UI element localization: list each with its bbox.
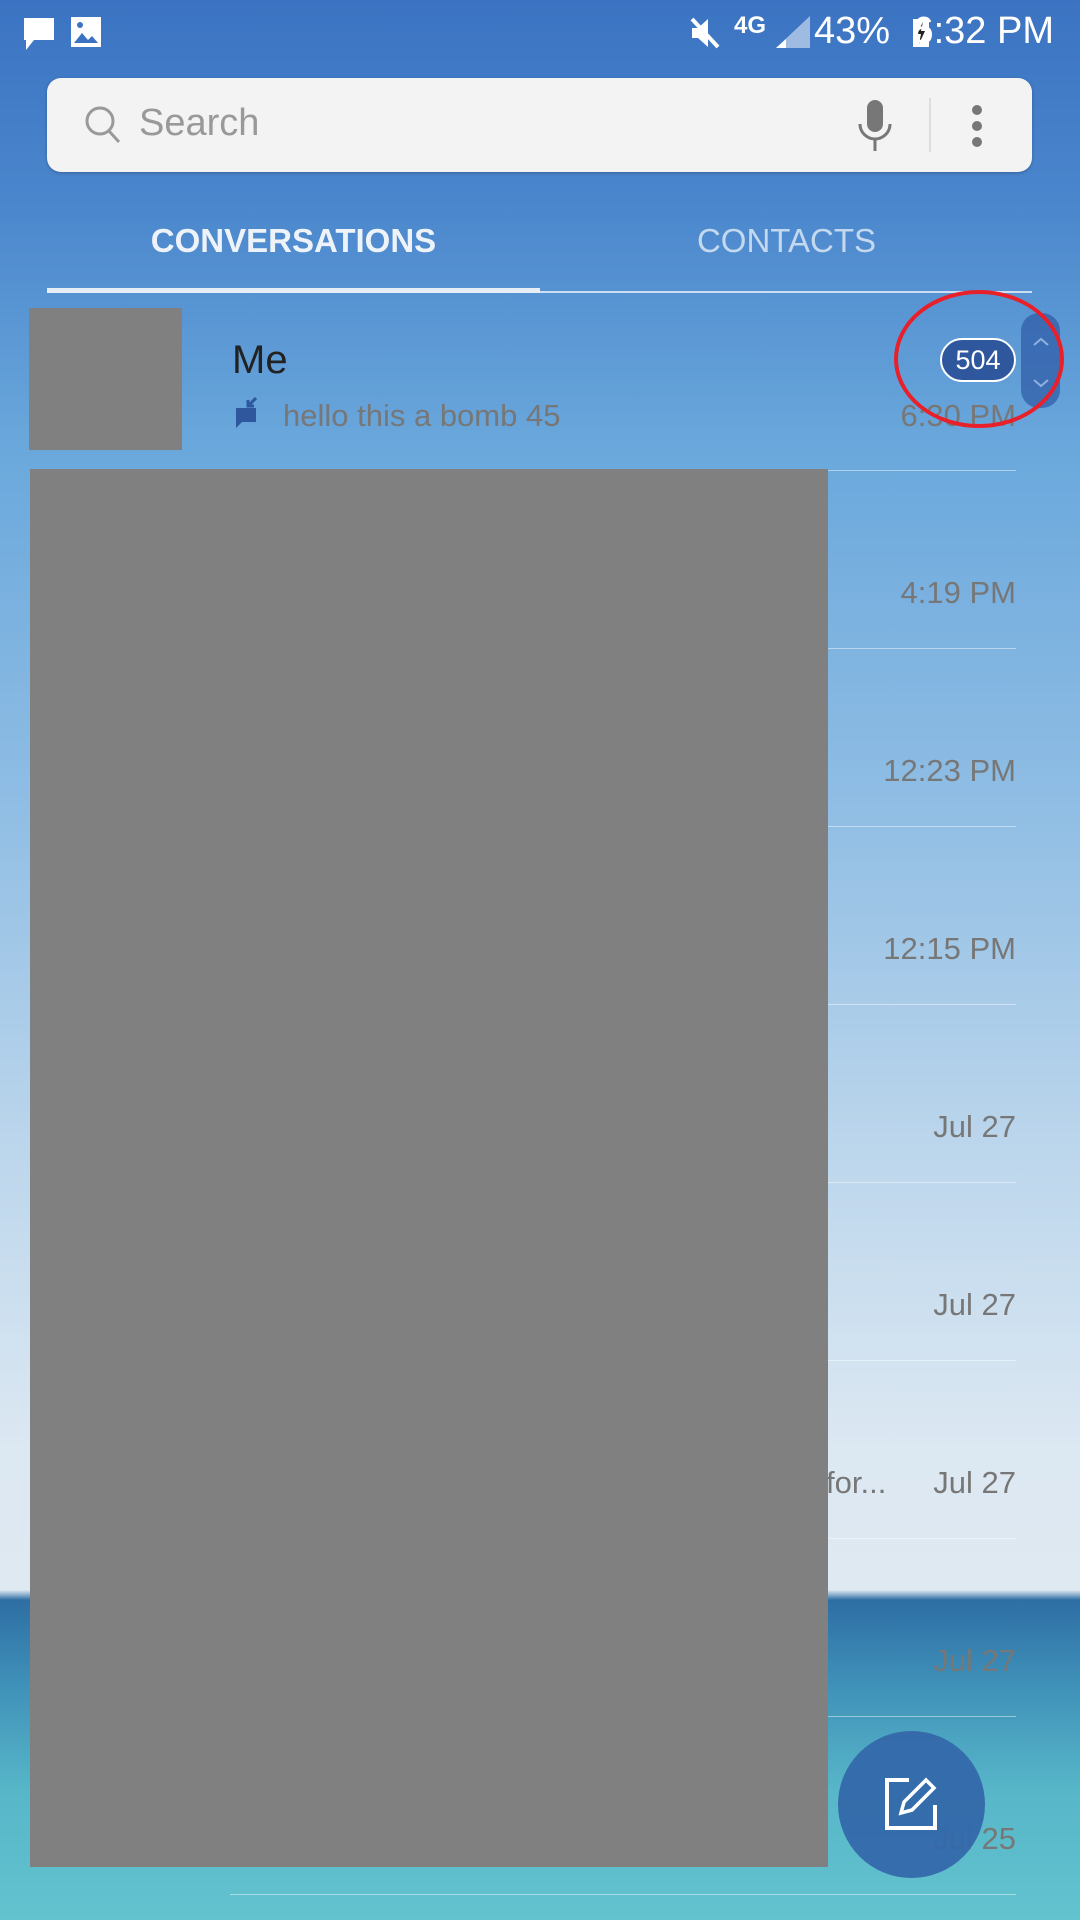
tab-indicator [47, 288, 540, 293]
search-bar[interactable]: Search [47, 78, 1032, 172]
battery-percent: 43% [813, 10, 890, 52]
search-icon [85, 106, 121, 144]
divider [929, 98, 931, 152]
compose-button[interactable] [838, 1731, 985, 1878]
redacted-conversations [30, 469, 828, 1867]
timestamp: Jul 27 [933, 1287, 1016, 1322]
avatar [29, 308, 182, 450]
timestamp: Jul 27 [933, 1643, 1016, 1678]
message-preview: hello this a bomb 45 [283, 398, 561, 433]
timestamp: Jul 27 [933, 1109, 1016, 1144]
compose-icon [885, 1777, 937, 1830]
more-vert-icon[interactable] [967, 102, 987, 150]
signal-icon [776, 16, 810, 48]
status-bar: 4G 43% 6:32 PM [0, 0, 1080, 62]
message-preview: for... [826, 1465, 887, 1500]
mic-icon[interactable] [855, 98, 895, 154]
annotation-circle [894, 290, 1064, 428]
row-divider [230, 1894, 1016, 1895]
sent-message-icon [236, 396, 258, 428]
timestamp: 4:19 PM [900, 575, 1016, 610]
clock: 6:32 PM [912, 10, 1054, 52]
mute-icon [690, 17, 720, 49]
network-type: 4G [734, 12, 767, 39]
tab-contacts[interactable]: CONTACTS [540, 222, 1033, 260]
tab-conversations[interactable]: CONVERSATIONS [47, 222, 540, 260]
search-input[interactable]: Search [139, 102, 259, 145]
timestamp: Jul 27 [933, 1465, 1016, 1500]
image-icon [71, 17, 101, 47]
message-icon [24, 18, 54, 50]
conversation-item-me[interactable]: Me hello this a bomb 45 504 6:30 PM [0, 300, 1020, 470]
timestamp: 12:23 PM [883, 753, 1016, 788]
timestamp: 12:15 PM [883, 931, 1016, 966]
contact-name: Me [232, 338, 288, 382]
